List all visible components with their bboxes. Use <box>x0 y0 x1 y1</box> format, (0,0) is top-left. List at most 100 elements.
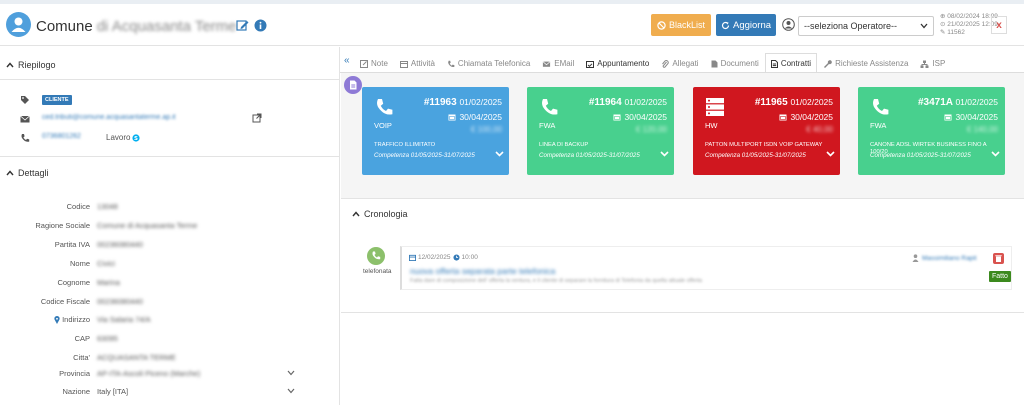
chevron-down-icon[interactable] <box>991 151 1000 157</box>
contract-competence: Competenza 01/05/2025-31/07/2025 <box>374 152 475 159</box>
email-link[interactable]: ced.tributi@comune.acquasantaterme.ap.it <box>42 114 176 121</box>
detail-label: Nome <box>69 259 90 268</box>
detail-label: Codice Fiscale <box>40 297 90 306</box>
history-title[interactable]: nuova offerta separata parte telefonica <box>410 266 555 276</box>
phone-type-label: Lavoro <box>106 133 131 142</box>
clock-icon <box>452 254 460 261</box>
tab-note[interactable]: Note <box>354 53 394 73</box>
history-operator: Massimiliano Rapit <box>912 254 977 262</box>
detail-row-provincia[interactable]: Provincia AP-ITA-Ascoli Piceno (Marche) <box>0 369 300 381</box>
detail-row-ragione-sociale: Ragione Sociale Comune di Acquasanta Ter… <box>0 221 300 233</box>
detail-value: Italy [ITA] <box>97 387 129 396</box>
phone-icon <box>377 99 393 115</box>
tab-attivita[interactable]: Attività <box>394 53 441 73</box>
contract-number: #11963 01/02/2025 <box>423 97 502 108</box>
meta-updated: ⊙ 21/02/2025 12:09 <box>940 21 998 28</box>
tab-chiamata-telefonica[interactable]: Chiamata Telefonica <box>441 53 536 73</box>
calendar-icon <box>409 254 416 261</box>
map-marker-icon[interactable] <box>54 315 60 324</box>
info-icon[interactable] <box>254 19 267 32</box>
refresh-label: Aggiorna <box>732 19 772 31</box>
tab-allegati[interactable]: Allegati <box>655 53 704 73</box>
details-header[interactable]: Dettagli <box>6 168 49 178</box>
tab-appuntamento[interactable]: Appuntamento <box>580 53 655 73</box>
detail-value: ACQUASANTA TERME <box>97 353 176 362</box>
summary-header[interactable]: Riepilogo <box>6 60 56 70</box>
contract-amount: € 100,00 <box>470 125 502 134</box>
detail-value: 00236080440 <box>97 240 143 249</box>
title-name: di Acquasanta Terme <box>96 18 237 35</box>
chevron-up-icon <box>352 211 360 217</box>
chevron-down-icon[interactable] <box>660 151 669 157</box>
history-datetime: 12/02/2025 10:00 <box>409 254 478 261</box>
history-heading: Cronologia <box>364 209 408 219</box>
detail-label: CAP <box>74 334 90 343</box>
contract-type: HW <box>705 121 718 130</box>
contract-number: #3471A 01/02/2025 <box>918 97 998 108</box>
contract-description: TRAFFICO ILLIMITATO <box>374 142 436 148</box>
history-entry[interactable]: 12/02/2025 10:00 nuova offerta separata … <box>400 246 1012 290</box>
refresh-button[interactable]: Aggiorna <box>716 14 776 36</box>
detail-value: 63095 <box>97 334 118 343</box>
detail-label: Ragione Sociale <box>35 221 90 230</box>
contract-competence: Competenza 01/05/2025-31/07/2025 <box>539 152 640 159</box>
chevron-down-icon[interactable] <box>826 151 835 157</box>
blacklist-label: BlackList <box>668 20 705 30</box>
close-button[interactable]: x <box>991 16 1007 34</box>
envelope-icon <box>20 114 30 124</box>
contract-expiry: 30/04/2025 <box>944 112 998 122</box>
edit-icon[interactable] <box>236 19 249 32</box>
header-bar: Comune di Acquasanta Terme BlackList Aggi… <box>0 4 1024 46</box>
history-description: Fatta dare di composizione dell' offerta… <box>410 278 703 284</box>
detail-value: 13048 <box>97 202 118 211</box>
tab-contratti[interactable]: Contratti <box>764 53 818 73</box>
contract-amount: € 120,00 <box>635 125 667 134</box>
detail-row-nazione[interactable]: Nazione Italy [ITA] <box>0 387 300 399</box>
blacklist-button[interactable]: BlackList <box>651 14 711 36</box>
contract-number: #11964 01/02/2025 <box>588 97 667 108</box>
divider <box>341 198 1024 199</box>
avatar <box>6 12 31 37</box>
history-header[interactable]: Cronologia <box>352 209 408 219</box>
page-title: Comune di Acquasanta Terme <box>36 18 237 35</box>
tab-email[interactable]: EMail <box>536 53 580 73</box>
contract-card[interactable]: HW #11965 01/02/2025 30/04/2025 € 40,00 … <box>693 87 840 175</box>
chevron-down-icon <box>920 23 928 29</box>
external-link-icon[interactable] <box>252 113 262 123</box>
tab-richieste-assistenza[interactable]: Richieste Assistenza <box>817 53 914 73</box>
phone-type: Lavoro S <box>106 133 141 142</box>
phone-icon <box>448 60 455 67</box>
close-label: x <box>996 19 1002 31</box>
chevron-down-icon[interactable] <box>495 151 504 157</box>
detail-value: 00236080440 <box>97 297 143 306</box>
client-badge: CLIENTE <box>42 95 72 105</box>
ban-icon <box>657 20 666 30</box>
contract-competence: Competenza 01/05/2025-31/07/2025 <box>870 152 971 159</box>
contract-description: LINEA DI BACKUP <box>539 142 589 148</box>
contract-expiry: 30/04/2025 <box>613 112 667 122</box>
detail-label: Provincia <box>59 369 90 378</box>
detail-value: Marina <box>97 278 120 287</box>
contract-amount: € 140,00 <box>966 125 998 134</box>
trash-icon[interactable] <box>993 253 1004 264</box>
contract-type: FWA <box>870 121 887 130</box>
tab-bar: Note Attività Chiamata Telefonica EMail … <box>354 53 951 73</box>
contract-card[interactable]: FWA #11964 01/02/2025 30/04/2025 € 120,0… <box>527 87 674 175</box>
phone-link[interactable]: 0736801262 <box>42 133 81 140</box>
contract-card[interactable]: VOIP #11963 01/02/2025 30/04/2025 € 100,… <box>362 87 509 175</box>
skype-icon[interactable]: S <box>132 133 141 142</box>
operator-select[interactable]: --seleziona Operatore-- <box>798 16 934 36</box>
tab-documenti[interactable]: Documenti <box>705 53 765 73</box>
detail-row-partita-iva: Partita IVA 00236080440 <box>0 240 300 252</box>
wrench-icon <box>824 59 832 68</box>
file-text-icon <box>770 59 778 68</box>
detail-label: Cognome <box>57 278 90 287</box>
chevron-down-icon <box>287 370 295 376</box>
meta-id: ✎ 11562 <box>940 29 965 36</box>
summary-heading: Riepilogo <box>18 60 56 70</box>
collapse-panel-button[interactable]: « <box>344 55 350 66</box>
tab-isp[interactable]: ISP <box>914 53 951 73</box>
document-icon[interactable] <box>344 76 362 94</box>
title-prefix: Comune <box>36 18 93 35</box>
contract-card[interactable]: FWA #3471A 01/02/2025 30/04/2025 € 140,0… <box>858 87 1005 175</box>
